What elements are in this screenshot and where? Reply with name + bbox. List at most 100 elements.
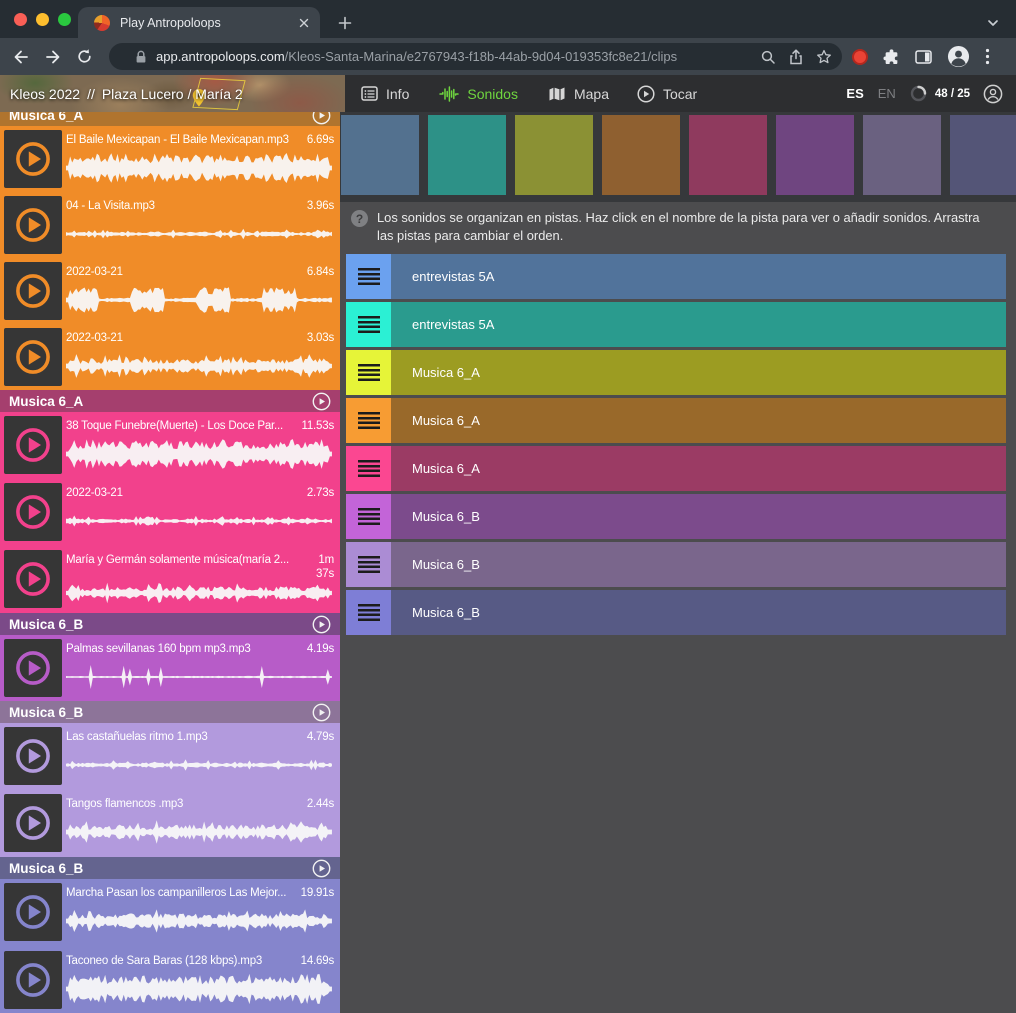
- bookmark-star-icon[interactable]: [816, 49, 832, 65]
- section-play-icon[interactable]: [312, 615, 331, 634]
- clip-play-button[interactable]: [4, 550, 62, 608]
- side-panel-icon[interactable]: [915, 49, 932, 65]
- track-label: entrevistas 5A: [412, 269, 494, 284]
- breadcrumb: Kleos 2022 // Plaza Lucero / María 2: [10, 75, 243, 112]
- track-drag-handle[interactable]: [346, 254, 391, 299]
- track-drag-handle[interactable]: [346, 302, 391, 347]
- clip-play-button[interactable]: [4, 196, 62, 254]
- clip-title: 38 Toque Funebre(Muerte) - Los Doce Par.…: [66, 419, 294, 433]
- clip-duration: 4.79s: [307, 730, 334, 744]
- lock-icon[interactable]: [135, 50, 147, 64]
- clip-play-button[interactable]: [4, 794, 62, 852]
- section-play-icon[interactable]: [312, 859, 331, 878]
- track-drag-handle[interactable]: [346, 494, 391, 539]
- share-icon[interactable]: [788, 49, 804, 65]
- clip-play-button[interactable]: [4, 951, 62, 1009]
- track-row[interactable]: Musica 6_B: [346, 590, 1006, 635]
- clip-item[interactable]: 38 Toque Funebre(Muerte) - Los Doce Par.…: [0, 412, 340, 479]
- recording-indicator-icon[interactable]: [852, 49, 868, 65]
- close-window-button[interactable]: [14, 13, 27, 26]
- track-swatch[interactable]: [863, 115, 941, 195]
- clip-play-button[interactable]: [4, 262, 62, 320]
- language-toggle-es[interactable]: ES: [846, 86, 863, 101]
- forward-button[interactable]: [44, 48, 62, 66]
- clip-item[interactable]: María y Germán solamente música(maría 2.…: [0, 546, 340, 613]
- track-drag-handle[interactable]: [346, 542, 391, 587]
- user-account-icon[interactable]: [983, 84, 1003, 104]
- clip-item[interactable]: Las castañuelas ritmo 1.mp34.79s: [0, 723, 340, 790]
- track-swatch[interactable]: [776, 115, 854, 195]
- section-play-icon[interactable]: [312, 112, 331, 125]
- extensions-puzzle-icon[interactable]: [883, 48, 900, 65]
- waveform: [66, 661, 334, 693]
- clip-item[interactable]: 04 - La Visita.mp33.96s: [0, 192, 340, 258]
- track-row[interactable]: entrevistas 5A: [346, 302, 1006, 347]
- track-section-header[interactable]: Musica 6_B: [0, 857, 340, 879]
- clip-play-button[interactable]: [4, 727, 62, 785]
- track-drag-handle[interactable]: [346, 590, 391, 635]
- browser-menu-kebab-icon[interactable]: [985, 48, 990, 65]
- nav-item-tocar[interactable]: Tocar: [637, 85, 697, 103]
- track-swatch[interactable]: [515, 115, 593, 195]
- clip-item[interactable]: Taconeo de Sara Baras (128 kbps).mp314.6…: [0, 947, 340, 1013]
- clip-play-button[interactable]: [4, 639, 62, 697]
- clip-play-button[interactable]: [4, 130, 62, 188]
- clip-play-button[interactable]: [4, 483, 62, 541]
- tab-title: Play Antropoloops: [120, 16, 298, 30]
- track-section-header[interactable]: Musica 6_A: [0, 390, 340, 412]
- clip-play-button[interactable]: [4, 328, 62, 386]
- track-swatch[interactable]: [341, 115, 419, 195]
- reload-button[interactable]: [76, 48, 93, 65]
- section-play-icon[interactable]: [312, 392, 331, 411]
- breadcrumb-project[interactable]: Kleos 2022: [10, 86, 80, 102]
- track-section-header[interactable]: Musica 6_A: [0, 112, 340, 126]
- search-icon[interactable]: [760, 49, 776, 65]
- address-bar[interactable]: app.antropoloops.com/Kleos-Santa-Marina/…: [109, 43, 842, 70]
- clip-item[interactable]: 2022-03-212.73s: [0, 479, 340, 546]
- track-swatch[interactable]: [602, 115, 680, 195]
- language-toggle-en[interactable]: EN: [878, 86, 896, 101]
- clip-item[interactable]: Palmas sevillanas 160 bpm mp3.mp34.19s: [0, 635, 340, 701]
- tab-favicon-icon: [94, 15, 110, 31]
- nav-item-info[interactable]: Info: [361, 85, 409, 102]
- clip-title: Marcha Pasan los campanilleros Las Mejor…: [66, 886, 293, 900]
- waveform: [66, 816, 334, 848]
- profile-avatar[interactable]: [947, 45, 970, 68]
- clip-item[interactable]: El Baile Mexicapan - El Baile Mexicapan.…: [0, 126, 340, 192]
- track-drag-handle[interactable]: [346, 398, 391, 443]
- zoom-window-button[interactable]: [58, 13, 71, 26]
- track-row[interactable]: Musica 6_A: [346, 446, 1006, 491]
- drag-handle-icon: [358, 604, 380, 621]
- track-drag-handle[interactable]: [346, 446, 391, 491]
- track-section-header[interactable]: Musica 6_B: [0, 701, 340, 723]
- track-swatch[interactable]: [950, 115, 1016, 195]
- track-row[interactable]: Musica 6_B: [346, 542, 1006, 587]
- clip-play-button[interactable]: [4, 883, 62, 941]
- window-controls: [14, 13, 71, 26]
- section-play-icon[interactable]: [312, 703, 331, 722]
- clip-item[interactable]: 2022-03-216.84s: [0, 258, 340, 324]
- clip-item[interactable]: 2022-03-213.03s: [0, 324, 340, 390]
- clip-item[interactable]: Tangos flamencos .mp32.44s: [0, 790, 340, 857]
- minimize-window-button[interactable]: [36, 13, 49, 26]
- track-row[interactable]: entrevistas 5A: [346, 254, 1006, 299]
- track-row[interactable]: Musica 6_B: [346, 494, 1006, 539]
- browser-tab[interactable]: Play Antropoloops: [78, 7, 320, 38]
- nav-item-mapa[interactable]: Mapa: [548, 86, 609, 102]
- track-swatch[interactable]: [689, 115, 767, 195]
- info-list-icon: [361, 85, 378, 102]
- play-circle-icon: [637, 85, 655, 103]
- new-tab-button[interactable]: [334, 12, 356, 34]
- track-row[interactable]: Musica 6_A: [346, 350, 1006, 395]
- track-drag-handle[interactable]: [346, 350, 391, 395]
- nav-item-sonidos[interactable]: Sonidos: [439, 86, 518, 102]
- clip-item[interactable]: Marcha Pasan los campanilleros Las Mejor…: [0, 879, 340, 947]
- track-row[interactable]: Musica 6_A: [346, 398, 1006, 443]
- back-button[interactable]: [12, 48, 30, 66]
- nav-tocar-label: Tocar: [663, 86, 697, 102]
- track-swatch[interactable]: [428, 115, 506, 195]
- clip-play-button[interactable]: [4, 416, 62, 474]
- track-section-header[interactable]: Musica 6_B: [0, 613, 340, 635]
- tab-close-icon[interactable]: [298, 17, 310, 29]
- tab-search-chevron-icon[interactable]: [982, 12, 1004, 34]
